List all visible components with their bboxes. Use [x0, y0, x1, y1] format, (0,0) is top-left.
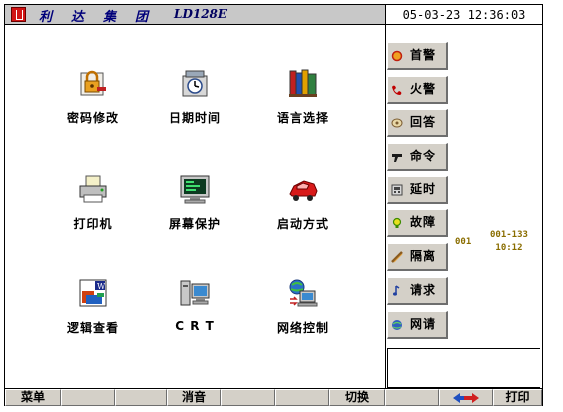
isolate-button[interactable]: 隔离	[387, 243, 448, 271]
fault-bulb-icon	[392, 217, 402, 228]
brand-char-4: 团	[135, 10, 149, 25]
main-menu-area: 密码修改 日期时间 语言选择 打印机 屏幕保护 启动方式 W 逻辑查看 C R …	[5, 25, 386, 388]
isolation-info: 001-133 10:12	[490, 229, 528, 255]
network-request-button[interactable]: 网请	[387, 311, 448, 339]
button-label: 故障	[410, 215, 437, 229]
menu-crt[interactable]: C R T	[150, 277, 240, 333]
menu-password-change[interactable]: 密码修改	[48, 67, 138, 126]
company-logo-icon	[11, 7, 26, 22]
menu-label: 启动方式	[276, 217, 329, 231]
menu-label: C R T	[175, 319, 215, 333]
document-icon: W	[77, 277, 109, 309]
fault-button[interactable]: 故障	[387, 209, 448, 237]
command-icon	[392, 154, 402, 162]
button-label: 隔离	[410, 249, 437, 263]
button-label: 火警	[410, 82, 437, 96]
menu-language-select[interactable]: 语言选择	[258, 67, 348, 126]
isolation-range: 001-133	[490, 230, 528, 240]
menu-label: 网络控制	[276, 321, 329, 335]
swap-arrows-icon	[453, 393, 479, 403]
status-panel: 首警 火警 回答 命令 延时 故障 隔离 001 001-133 10:12 请…	[386, 25, 542, 388]
clock-icon	[179, 67, 211, 99]
brand-char-3: 集	[103, 10, 117, 25]
svg-text:W: W	[97, 282, 106, 291]
isolation-count: 001	[455, 237, 472, 247]
menu-label: 屏幕保护	[168, 217, 221, 231]
menu-label: 逻辑查看	[66, 321, 119, 335]
menu-date-time[interactable]: 日期时间	[150, 67, 240, 126]
title-bar: 利 达 集 团 LD128E	[5, 5, 386, 25]
button-label: 命令	[410, 149, 437, 163]
network-icon	[287, 277, 319, 309]
menu-startup-mode[interactable]: 启动方式	[258, 173, 348, 232]
computer-icon	[179, 277, 211, 309]
date-time-display: 05-03-23 12:36:03	[386, 5, 542, 25]
books-icon	[287, 67, 319, 99]
button-label: 回答	[410, 115, 437, 129]
lock-key-icon	[77, 67, 109, 99]
menu-label: 密码修改	[66, 111, 119, 125]
blank-button-2[interactable]	[115, 389, 167, 406]
brand-char-2: 达	[71, 10, 85, 25]
menu-logic-view[interactable]: W 逻辑查看	[48, 277, 138, 336]
menu-button[interactable]: 菜单	[5, 389, 61, 406]
answer-button[interactable]: 回答	[387, 109, 448, 137]
message-box	[387, 348, 540, 388]
control-panel-window: 利 达 集 团 LD128E 05-03-23 12:36:03 密码修改 日期…	[4, 4, 543, 406]
menu-label: 语言选择	[276, 111, 329, 125]
delay-button[interactable]: 延时	[387, 176, 448, 204]
command-button[interactable]: 命令	[387, 143, 448, 171]
menu-printer[interactable]: 打印机	[48, 173, 138, 232]
blank-button-1[interactable]	[61, 389, 115, 406]
delay-icon	[391, 184, 403, 196]
car-icon	[287, 173, 319, 205]
switch-button[interactable]: 切换	[329, 389, 385, 406]
network-request-icon	[392, 320, 402, 330]
brand-char-1: 利	[39, 10, 53, 25]
model-name: LD128E	[174, 7, 228, 21]
menu-network-control[interactable]: 网络控制	[258, 277, 348, 336]
button-label: 网请	[410, 317, 437, 331]
menu-label: 日期时间	[168, 111, 221, 125]
request-button[interactable]: 请求	[387, 277, 448, 305]
mute-button[interactable]: 消音	[167, 389, 221, 406]
blank-button-3[interactable]	[221, 389, 275, 406]
button-label: 首警	[410, 48, 437, 62]
menu-label: 打印机	[73, 217, 113, 231]
fire-phone-icon	[392, 85, 402, 95]
first-alarm-button[interactable]: 首警	[387, 42, 448, 70]
print-button[interactable]: 打印	[493, 389, 542, 406]
monitor-icon	[179, 173, 211, 205]
menu-screen-saver[interactable]: 屏幕保护	[150, 173, 240, 232]
button-label: 请求	[410, 283, 437, 297]
request-note-icon	[393, 285, 400, 296]
printer-icon	[77, 173, 109, 205]
first-alarm-icon	[391, 50, 403, 62]
bottom-toolbar: 菜单 消音 切换 打印	[5, 388, 542, 406]
blank-button-4[interactable]	[275, 389, 329, 406]
swap-arrows-button[interactable]	[439, 389, 493, 406]
blank-button-5[interactable]	[385, 389, 439, 406]
isolate-icon	[391, 251, 403, 263]
isolation-time: 10:12	[495, 243, 523, 253]
answer-icon	[391, 118, 403, 128]
button-label: 延时	[410, 182, 437, 196]
fire-alarm-button[interactable]: 火警	[387, 76, 448, 104]
